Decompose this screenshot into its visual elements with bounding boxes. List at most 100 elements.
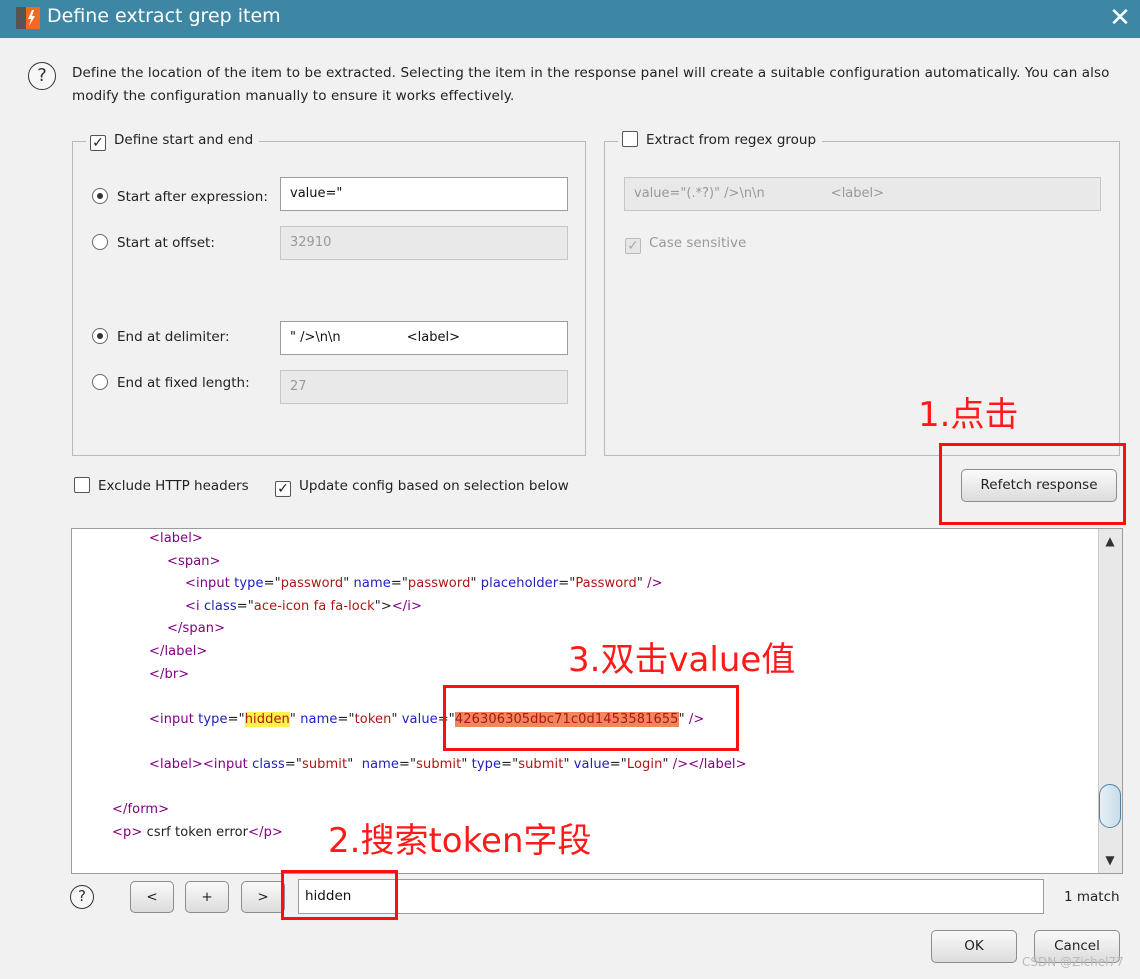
code-token: <input bbox=[185, 576, 235, 592]
code-line[interactable]: <label><input class="submit" name="submi… bbox=[149, 757, 747, 772]
next-match-button[interactable]: > bbox=[241, 881, 285, 913]
code-token: type bbox=[198, 711, 228, 727]
code-token: submit bbox=[301, 757, 348, 772]
define-start-end-label: Define start and end bbox=[114, 132, 254, 148]
end-at-fixed-length-radio[interactable]: End at fixed length: bbox=[92, 372, 250, 394]
code-line[interactable]: </label> bbox=[149, 644, 207, 659]
checkbox-box: ✓ bbox=[275, 481, 291, 497]
help-icon[interactable]: ? bbox=[28, 62, 56, 90]
scroll-thumb[interactable] bbox=[1099, 784, 1121, 828]
exclude-headers-label: Exclude HTTP headers bbox=[98, 478, 249, 494]
code-token: Password bbox=[575, 576, 637, 592]
code-token: <p> bbox=[112, 824, 143, 840]
code-token: <i bbox=[185, 598, 204, 614]
scroll-up-arrow-icon[interactable]: ▲ bbox=[1099, 530, 1121, 552]
start-after-label: Start after expression: bbox=[117, 189, 268, 205]
code-token: class bbox=[252, 757, 285, 772]
scroll-down-arrow-icon[interactable]: ▼ bbox=[1099, 849, 1121, 871]
code-line[interactable]: <label> bbox=[149, 531, 203, 546]
exclude-http-headers-checkbox[interactable]: Exclude HTTP headers bbox=[74, 475, 249, 497]
code-token: " bbox=[563, 757, 574, 772]
checkbox-box: ✓ bbox=[625, 238, 641, 254]
code-line[interactable]: <p> csrf token error</p> bbox=[112, 825, 283, 840]
code-token: =" bbox=[399, 757, 417, 772]
code-token: type bbox=[234, 576, 264, 592]
search-input[interactable]: hidden bbox=[298, 879, 1044, 914]
code-token: value bbox=[401, 711, 438, 727]
checkbox-box: ✓ bbox=[90, 135, 106, 151]
code-token: hidden bbox=[244, 711, 290, 727]
end-length-label: End at fixed length: bbox=[117, 375, 250, 391]
code-token: =" bbox=[390, 576, 408, 592]
code-line[interactable]: </form> bbox=[112, 802, 169, 817]
update-config-label: Update config based on selection below bbox=[299, 478, 569, 494]
start-at-offset-radio[interactable]: Start at offset: bbox=[92, 232, 215, 254]
code-token: class bbox=[203, 598, 237, 614]
extract-regex-checkbox[interactable]: Extract from regex group bbox=[618, 130, 823, 150]
code-token: =" bbox=[263, 576, 281, 592]
code-token: " bbox=[391, 711, 402, 727]
extract-regex-label: Extract from regex group bbox=[646, 132, 817, 148]
annotation-box-search bbox=[281, 870, 398, 920]
start-after-expression-input[interactable]: value=" bbox=[280, 177, 568, 211]
checkbox-box bbox=[622, 131, 638, 147]
code-token: " bbox=[662, 757, 673, 772]
define-start-end-checkbox[interactable]: ✓ Define start and end bbox=[86, 130, 260, 151]
radio-unselected bbox=[92, 234, 108, 250]
close-button[interactable]: ✕ bbox=[1106, 4, 1134, 32]
watermark: CSDN @Zichel77 bbox=[1022, 955, 1124, 969]
code-token: Login bbox=[626, 757, 663, 772]
code-line[interactable]: </br> bbox=[149, 667, 189, 682]
annotation-box-refetch bbox=[939, 443, 1126, 525]
checkbox-box bbox=[74, 477, 90, 493]
previous-match-button[interactable]: < bbox=[130, 881, 174, 913]
code-token: " bbox=[470, 576, 481, 592]
code-token: </br> bbox=[149, 666, 190, 682]
help-icon[interactable]: ? bbox=[70, 885, 94, 909]
radio-selected bbox=[92, 328, 108, 344]
code-token: =" bbox=[558, 576, 576, 592]
code-token: <label><input bbox=[149, 757, 253, 772]
code-token: " bbox=[461, 757, 472, 772]
code-token: name bbox=[353, 576, 391, 592]
code-line[interactable]: <input type="password" name="password" p… bbox=[185, 576, 663, 591]
code-token: "> bbox=[374, 598, 392, 614]
code-token: ace-icon fa fa-lock bbox=[253, 598, 375, 614]
start-offset-label: Start at offset: bbox=[117, 235, 215, 251]
code-token: =" bbox=[227, 711, 245, 727]
code-token: </p> bbox=[248, 824, 283, 840]
code-token: type bbox=[471, 757, 502, 772]
end-at-delimiter-radio[interactable]: End at delimiter: bbox=[92, 326, 230, 348]
code-line[interactable]: <i class="ace-icon fa fa-lock"></i> bbox=[185, 599, 422, 614]
code-token: " bbox=[636, 576, 648, 592]
code-token: name bbox=[300, 711, 338, 727]
code-token: <label> bbox=[149, 531, 203, 546]
code-token: submit bbox=[416, 757, 462, 772]
start-after-expression-radio[interactable]: Start after expression: bbox=[92, 186, 268, 208]
code-token: name bbox=[361, 757, 400, 772]
code-token: <span> bbox=[167, 553, 221, 569]
code-token: " bbox=[289, 711, 301, 727]
update-config-checkbox[interactable]: ✓ Update config based on selection below bbox=[275, 475, 569, 497]
case-sensitive-label: Case sensitive bbox=[649, 235, 747, 251]
code-token: </i> bbox=[391, 598, 422, 614]
code-token: password bbox=[280, 576, 344, 592]
code-token: =" bbox=[609, 757, 627, 772]
window-title: Define extract grep item bbox=[47, 5, 281, 27]
code-token: </form> bbox=[112, 802, 170, 818]
code-token: csrf token error bbox=[142, 824, 249, 840]
ok-button[interactable]: OK bbox=[931, 930, 1017, 963]
annotation-step-2: 2.搜索token字段 bbox=[328, 821, 592, 861]
code-token: =" bbox=[236, 598, 254, 614]
code-token: =" bbox=[337, 711, 355, 727]
end-at-delimiter-input[interactable]: " />\n\n <label> bbox=[280, 321, 568, 355]
case-sensitive-checkbox: ✓ Case sensitive bbox=[625, 232, 746, 254]
end-at-fixed-length-input: 27 bbox=[280, 370, 568, 404]
match-count: 1 match bbox=[1064, 889, 1120, 905]
code-line[interactable]: </span> bbox=[167, 621, 225, 636]
code-line[interactable]: <span> bbox=[167, 554, 221, 569]
code-token: password bbox=[407, 576, 471, 592]
code-token: /> bbox=[647, 576, 663, 592]
add-button[interactable]: + bbox=[185, 881, 229, 913]
code-token: " bbox=[347, 757, 362, 772]
